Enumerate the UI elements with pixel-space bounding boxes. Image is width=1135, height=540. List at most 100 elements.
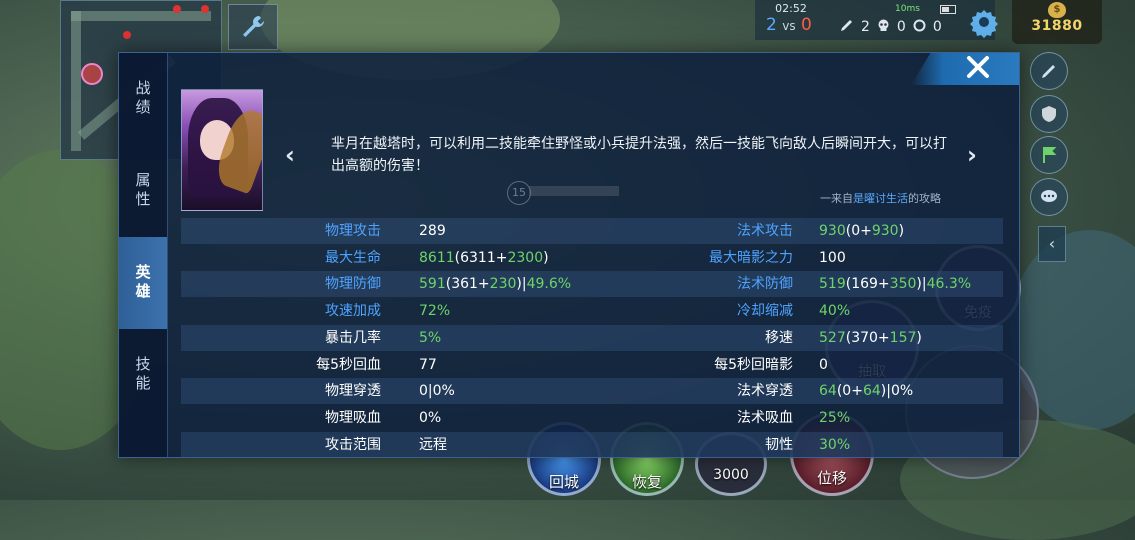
hero-tip-text: 芈月在越塔时，可以利用二技能牵住野怪或小兵提升法强，然后一技能飞向敌人后瞬间开大… xyxy=(331,136,947,174)
hero-stats-table: 物理攻击 289 法术攻击 930(0+930) 最大生命 8611(6311+2300)… xyxy=(181,218,1003,458)
flash-label: 位移 xyxy=(816,469,847,487)
panel-tabs: 战绩 属性 英雄 技能 xyxy=(119,53,168,457)
stat-value: 930(0+930) xyxy=(819,223,905,239)
stat-label: 最大暗影之力 xyxy=(709,249,793,266)
chevron-left-icon[interactable]: ‹ xyxy=(285,141,295,169)
tab-skills[interactable]: 技能 xyxy=(119,329,167,421)
gear-icon[interactable] xyxy=(968,6,1000,38)
stat-label: 攻击范围 xyxy=(325,436,381,453)
score-vs: vs xyxy=(782,19,796,33)
tip-source: 一来自是曜讨生活的攻略 xyxy=(739,190,941,206)
heal-label: 恢复 xyxy=(631,473,662,491)
stat-value: 25% xyxy=(819,409,851,426)
stat-value: 64(0+64)|0% xyxy=(819,383,914,400)
red-score: 0 xyxy=(801,15,812,35)
tab-skills-label: 技能 xyxy=(133,356,152,394)
shop-gold-cost: 3000 xyxy=(713,467,749,483)
stat-label: 法术攻击 xyxy=(737,223,793,239)
author-level-badge: 15 xyxy=(507,181,531,205)
skull-icon xyxy=(877,19,890,36)
stat-label: 物理穿透 xyxy=(325,383,381,400)
hero-portrait xyxy=(181,89,263,211)
close-icon xyxy=(965,54,991,84)
stat-row: 攻速加成 72% 冷却缩减 40% xyxy=(181,298,1003,324)
gold-counter: $ 31880 xyxy=(1012,0,1102,44)
source-author-link[interactable]: 是曜讨生活 xyxy=(853,192,908,205)
stat-label: 物理攻击 xyxy=(325,223,381,239)
author-level-bar xyxy=(529,186,619,196)
stat-label: 物理吸血 xyxy=(325,409,381,426)
stat-value: 72% xyxy=(419,303,451,320)
money-bag-icon: $ xyxy=(1048,2,1066,18)
stat-value: 591(361+230)|49.6% xyxy=(419,276,572,293)
stat-label: 法术穿透 xyxy=(737,383,793,400)
stat-value: 0% xyxy=(419,409,442,426)
stat-label: 攻速加成 xyxy=(325,303,381,320)
network-latency: 10ms xyxy=(895,4,920,14)
sword-icon xyxy=(840,18,854,36)
stat-value: 527(370+157) xyxy=(819,329,922,346)
team-score: 2 vs 0 xyxy=(766,15,812,35)
chevron-left-icon[interactable]: ‹ xyxy=(1038,226,1066,262)
blue-score: 2 xyxy=(766,15,777,35)
tab-attributes[interactable]: 属性 xyxy=(119,145,167,237)
gold-value: 31880 xyxy=(1031,18,1083,34)
deaths-count: 0 xyxy=(896,19,906,35)
stat-value: 远程 xyxy=(419,436,447,453)
attack-mode-icon[interactable] xyxy=(1030,52,1068,90)
stat-row: 物理吸血 0% 法术吸血 25% xyxy=(181,405,1003,431)
tower-marker xyxy=(201,5,209,13)
stat-label: 移速 xyxy=(765,329,793,346)
stat-label: 每5秒回暗影 xyxy=(714,356,793,373)
stat-value: 0 xyxy=(819,356,828,373)
stat-value: 30% xyxy=(819,436,851,453)
wrench-icon[interactable] xyxy=(228,4,278,50)
stat-label: 法术吸血 xyxy=(737,409,793,426)
close-button[interactable] xyxy=(911,53,1019,85)
chat-icon[interactable] xyxy=(1030,178,1068,216)
stat-value: 100 xyxy=(819,249,846,266)
chevron-right-icon[interactable]: › xyxy=(967,141,977,169)
tower-marker xyxy=(173,5,181,13)
stat-label: 韧性 xyxy=(765,436,793,453)
stat-value: 0|0% xyxy=(419,383,455,400)
match-timer: 02:52 xyxy=(775,2,807,15)
stat-row: 物理穿透 0|0% 法术穿透 64(0+64)|0% xyxy=(181,378,1003,405)
stat-label: 冷却缩减 xyxy=(737,303,793,320)
stat-value: 40% xyxy=(819,303,851,320)
stat-label: 暴击几率 xyxy=(325,329,381,346)
tab-record-label: 战绩 xyxy=(133,80,152,118)
kills-count: 2 xyxy=(861,19,870,35)
tab-hero-label: 英雄 xyxy=(133,264,152,302)
source-suffix: 的攻略 xyxy=(908,192,941,205)
assists-count: 0 xyxy=(932,19,942,35)
stat-label: 物理防御 xyxy=(325,276,381,293)
stat-value: 5% xyxy=(419,329,442,346)
stat-row: 最大生命 8611(6311+2300) 最大暗影之力 100 xyxy=(181,245,1003,271)
stat-value: 289 xyxy=(419,223,446,239)
stat-label: 法术防御 xyxy=(737,276,793,293)
stat-label: 每5秒回血 xyxy=(316,356,381,373)
shield-icon[interactable] xyxy=(1030,95,1068,133)
flag-icon[interactable] xyxy=(1030,136,1068,174)
source-prefix: 一来自 xyxy=(820,192,853,205)
stat-label: 最大生命 xyxy=(325,249,381,266)
stat-row: 物理防御 591(361+230)|49.6% 法术防御 519(169+350)|4… xyxy=(181,271,1003,298)
stat-row: 每5秒回血 77 每5秒回暗影 0 xyxy=(181,352,1003,378)
tab-attributes-label: 属性 xyxy=(133,172,152,210)
hero-info-panel: 战绩 属性 英雄 技能 ‹ › 芈月在越塔时，可以利用二技能牵住野怪或小兵提升法… xyxy=(118,52,1020,458)
recall-label: 回城 xyxy=(548,473,579,491)
hero-map-marker xyxy=(81,63,103,85)
stat-row: 攻击范围 远程 韧性 30% xyxy=(181,431,1003,458)
stat-row: 暴击几率 5% 移速 527(370+157) xyxy=(181,324,1003,351)
stat-value: 519(169+350)|46.3% xyxy=(819,276,972,293)
stat-row: 物理攻击 289 法术攻击 930(0+930) xyxy=(181,218,1003,244)
stat-value: 8611(6311+2300) xyxy=(419,249,549,266)
stat-value: 77 xyxy=(419,356,437,373)
battery-icon xyxy=(940,5,956,14)
tower-marker xyxy=(123,31,131,39)
tab-record[interactable]: 战绩 xyxy=(119,53,167,145)
assist-icon xyxy=(913,19,926,36)
kda-display: 2 0 0 xyxy=(840,18,942,36)
tab-hero[interactable]: 英雄 xyxy=(119,237,167,329)
